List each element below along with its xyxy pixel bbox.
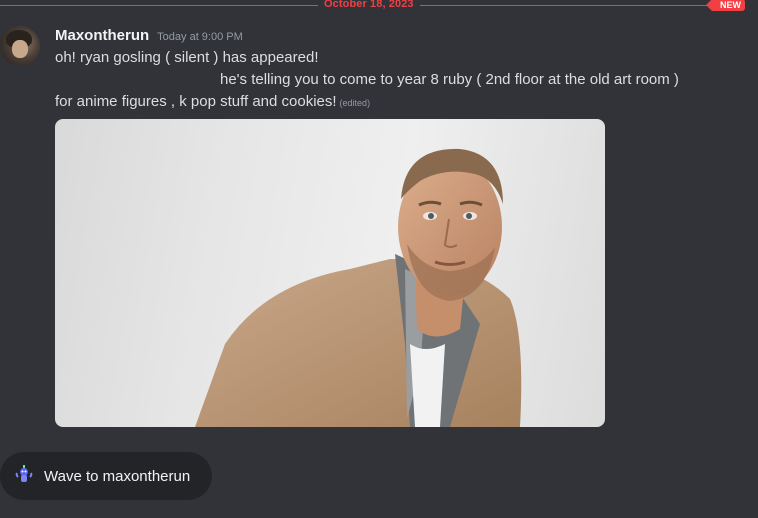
message-line-1: oh! ryan gosling ( silent ) has appeared… [55, 49, 319, 66]
photo-attachment-illustration [195, 148, 522, 427]
image-attachment[interactable] [55, 119, 605, 427]
avatar[interactable] [0, 26, 40, 66]
username[interactable]: Maxontherun [55, 27, 149, 44]
wave-sticker-icon [15, 465, 33, 482]
message-line-3-text: for anime figures , k pop stuff and cook… [55, 93, 337, 110]
divider-date: October 18, 2023 [324, 0, 414, 10]
divider-line-left [0, 5, 318, 6]
new-badge: NEW [706, 0, 745, 11]
avatar-face [12, 40, 28, 58]
divider-line-right [420, 5, 710, 6]
timestamp[interactable]: Today at 9:00 PM [157, 31, 243, 43]
message-line-2: he's telling you to come to year 8 ruby … [220, 71, 679, 88]
wave-button[interactable]: Wave to maxontherun [0, 452, 212, 500]
edited-label: (edited) [339, 98, 371, 108]
wave-button-label: Wave to maxontherun [44, 467, 191, 485]
new-messages-divider: October 18, 2023 NEW [0, 0, 758, 12]
message-header: Maxontherun Today at 9:00 PM [55, 27, 243, 44]
message-line-3: for anime figures , k pop stuff and cook… [55, 93, 370, 110]
